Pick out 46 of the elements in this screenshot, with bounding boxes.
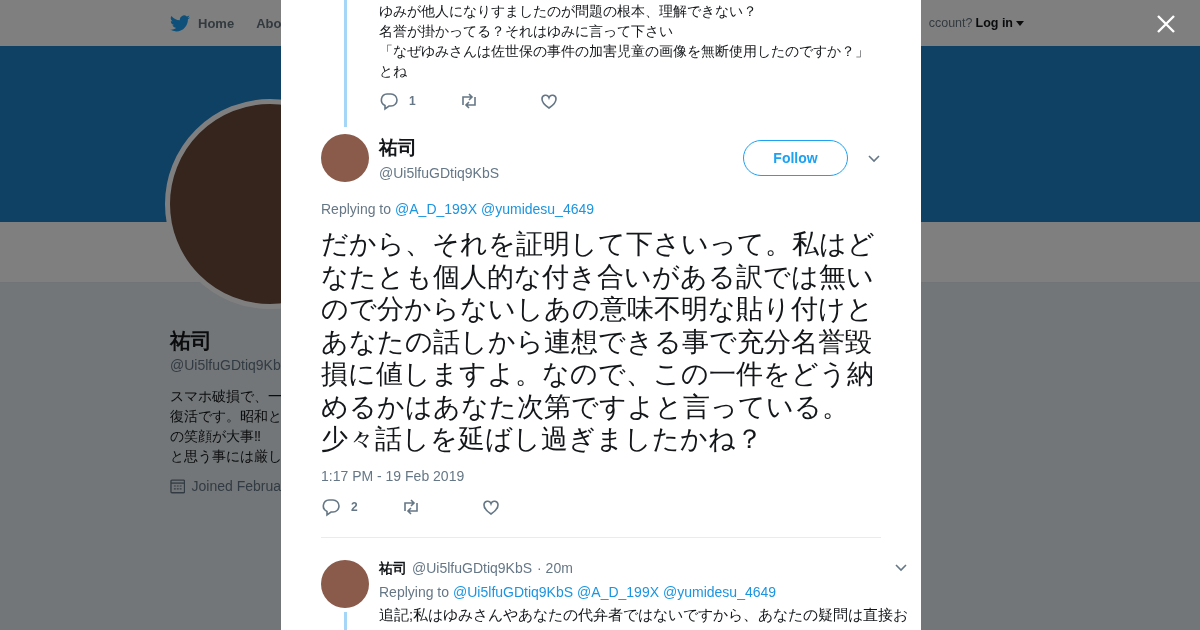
- replying-label: Replying to: [321, 201, 392, 217]
- mention-link[interactable]: @yumidesu_4649: [481, 201, 595, 217]
- user-name[interactable]: 祐司: [379, 135, 743, 161]
- user-avatar[interactable]: [321, 559, 369, 608]
- joined-date: Joined Februa: [191, 478, 281, 494]
- chevron-icon[interactable]: [867, 152, 881, 164]
- caret-icon: [1016, 20, 1024, 26]
- profile-handle: @Ui5lfuGDtiq9Kb: [170, 357, 281, 373]
- close-icon[interactable]: [1156, 14, 1176, 34]
- bio-text: スマホ破損で、一: [170, 387, 281, 406]
- bio-text: 復活です。昭和と: [170, 407, 281, 426]
- user-handle[interactable]: @Ui5lfuGDtiq9KbS: [379, 165, 743, 181]
- login-link[interactable]: Log in: [975, 16, 1013, 30]
- calendar-icon: [170, 478, 186, 494]
- tweet-text: ゆみが他人になりすましたのが問題の根本、理解できない？: [379, 2, 758, 21]
- bio-text: と思う事には厳し: [170, 447, 281, 466]
- reply-icon[interactable]: [379, 91, 399, 111]
- tweet-text: とね: [379, 62, 408, 81]
- retweet-icon[interactable]: [459, 91, 479, 111]
- mention-link[interactable]: @Ui5lfuGDtiq9KbS: [453, 583, 574, 600]
- bio-text: の笑顔が大事‼: [170, 427, 262, 446]
- tweet-text: 「なぜゆみさんは佐世保の事件の加害児童の画像を無断使用したのですか？」: [379, 42, 869, 61]
- follow-button[interactable]: Follow: [743, 140, 848, 176]
- reply-icon[interactable]: [321, 496, 341, 517]
- user-avatar[interactable]: [321, 134, 369, 182]
- retweet-icon[interactable]: [401, 496, 421, 517]
- heart-icon[interactable]: [539, 91, 559, 111]
- login-prompt: ccount?: [928, 16, 973, 30]
- user-name[interactable]: 祐司: [379, 559, 407, 578]
- mention-link[interactable]: @A_D_199X: [395, 201, 477, 217]
- replying-label: Replying to: [379, 583, 450, 600]
- mention-link[interactable]: @yumidesu_4649: [663, 583, 777, 600]
- tweet-text: 追記;私はゆみさんやあなたの代弁者ではないですから、あなたの疑問は直接お: [379, 605, 909, 625]
- tweet-time[interactable]: · 20m: [537, 559, 573, 576]
- nav-link[interactable]: Home: [170, 14, 235, 32]
- tweet-text: だから、それを証明して下さいって。私はどなたとも個人的な付き合いがある訳では無いので分からないしあの意味不明な貼り付けとあなたの話しから連想できる事で充分名誉毀損に値しますよ。なので、この一件をどう納めるかはあなた次第ですよと言っている。少々話しを延ばし過ぎましたかね？: [321, 228, 876, 456]
- bird-icon: [170, 14, 190, 32]
- tweet-timestamp[interactable]: 1:17 PM - 19 Feb 2019: [321, 467, 881, 484]
- nav-link[interactable]: Abo: [256, 14, 282, 32]
- mention-link[interactable]: @A_D_199X: [577, 583, 660, 600]
- reply-count: 1: [409, 94, 416, 108]
- reply-count: 2: [351, 499, 358, 514]
- user-handle[interactable]: @Ui5lfuGDtiq9KbS: [412, 559, 533, 576]
- profile-name: 祐司: [170, 328, 213, 354]
- thread-line: [343, 611, 347, 630]
- tweet-text: 名誉が掛かってる？それはゆみに言って下さい: [379, 22, 674, 41]
